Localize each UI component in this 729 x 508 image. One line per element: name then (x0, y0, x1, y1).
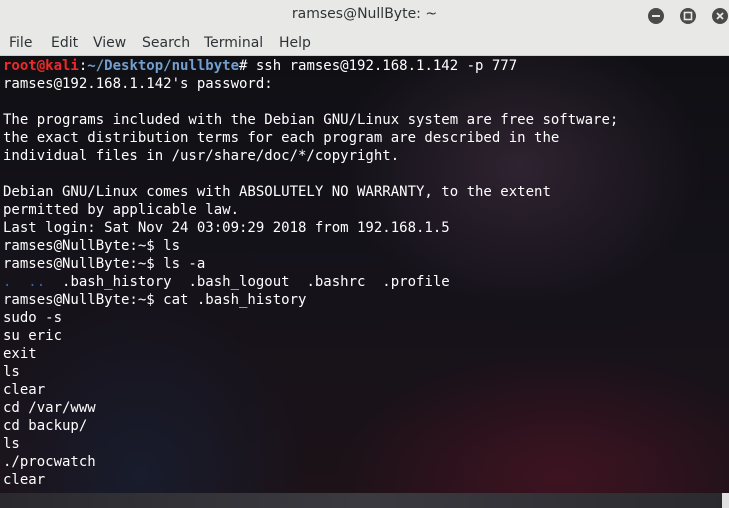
menu-file[interactable]: File (9, 35, 32, 51)
ls-files: .bash_history .bash_logout .bashrc .prof… (62, 274, 450, 290)
ls-dir-parent: .. (28, 274, 46, 290)
history-line: ls (3, 364, 20, 380)
history-line: clear (3, 472, 46, 488)
motd-line: permitted by applicable law. (3, 202, 240, 218)
prompt-symbol: # (239, 58, 256, 74)
last-login-line: Last login: Sat Nov 24 03:09:29 2018 fro… (3, 220, 450, 236)
prompt-path: ~/Desktop/nullbyte (87, 58, 240, 74)
title-bar[interactable]: ramses@NullByte: ~ (0, 0, 729, 32)
menu-edit[interactable]: Edit (51, 35, 78, 51)
history-line: ls (3, 436, 20, 452)
menu-bar: File Edit View Search Terminal Help (0, 32, 729, 56)
terminal-window: ramses@NullByte: ~ File Edit View Search… (0, 0, 729, 508)
window-title: ramses@NullByte: ~ (291, 6, 438, 22)
motd-line: The programs included with the Debian GN… (3, 112, 619, 128)
history-line: su eric (3, 328, 63, 344)
ssh-command: ssh ramses@192.168.1.142 -p 777 (255, 58, 518, 74)
maximize-icon (683, 11, 693, 21)
history-line: exit (3, 346, 37, 362)
desktop-background-strip (0, 493, 729, 508)
menu-terminal[interactable]: Terminal (204, 35, 263, 51)
close-icon (716, 12, 724, 20)
ls-output-line: . .. .bash_history .bash_logout .bashrc … (3, 273, 450, 291)
terminal-output[interactable]: root@kali:~/Desktop/nullbyte# ssh ramses… (0, 56, 729, 493)
password-prompt: ramses@192.168.1.142's password: (3, 76, 273, 92)
motd-line: individual files in /usr/share/doc/*/cop… (3, 148, 400, 164)
menu-help[interactable]: Help (279, 35, 311, 51)
history-line: clear (3, 382, 46, 398)
menu-view[interactable]: View (93, 35, 126, 51)
command-line: ramses@NullByte:~$ cat .bash_history (3, 292, 307, 308)
maximize-button[interactable] (680, 8, 696, 24)
history-line: sudo -s (3, 310, 63, 326)
minimize-button[interactable] (648, 8, 664, 24)
minimize-icon (652, 15, 660, 17)
motd-line: the exact distribution terms for each pr… (3, 130, 560, 146)
menu-search[interactable]: Search (142, 35, 190, 51)
history-line: ./procwatch (3, 454, 96, 470)
history-line: cd backup/ (3, 418, 88, 434)
command-line: ramses@NullByte:~$ ls (3, 238, 181, 254)
command-line: ramses@NullByte:~$ ls -a (3, 256, 206, 272)
prompt-user: root@kali (3, 58, 79, 74)
history-line: cd /var/www (3, 400, 96, 416)
root-prompt-line: root@kali:~/Desktop/nullbyte# ssh ramses… (3, 57, 517, 75)
close-button[interactable] (712, 8, 728, 24)
motd-line: Debian GNU/Linux comes with ABSOLUTELY N… (3, 184, 551, 200)
scrollbar-edge[interactable] (722, 493, 729, 508)
